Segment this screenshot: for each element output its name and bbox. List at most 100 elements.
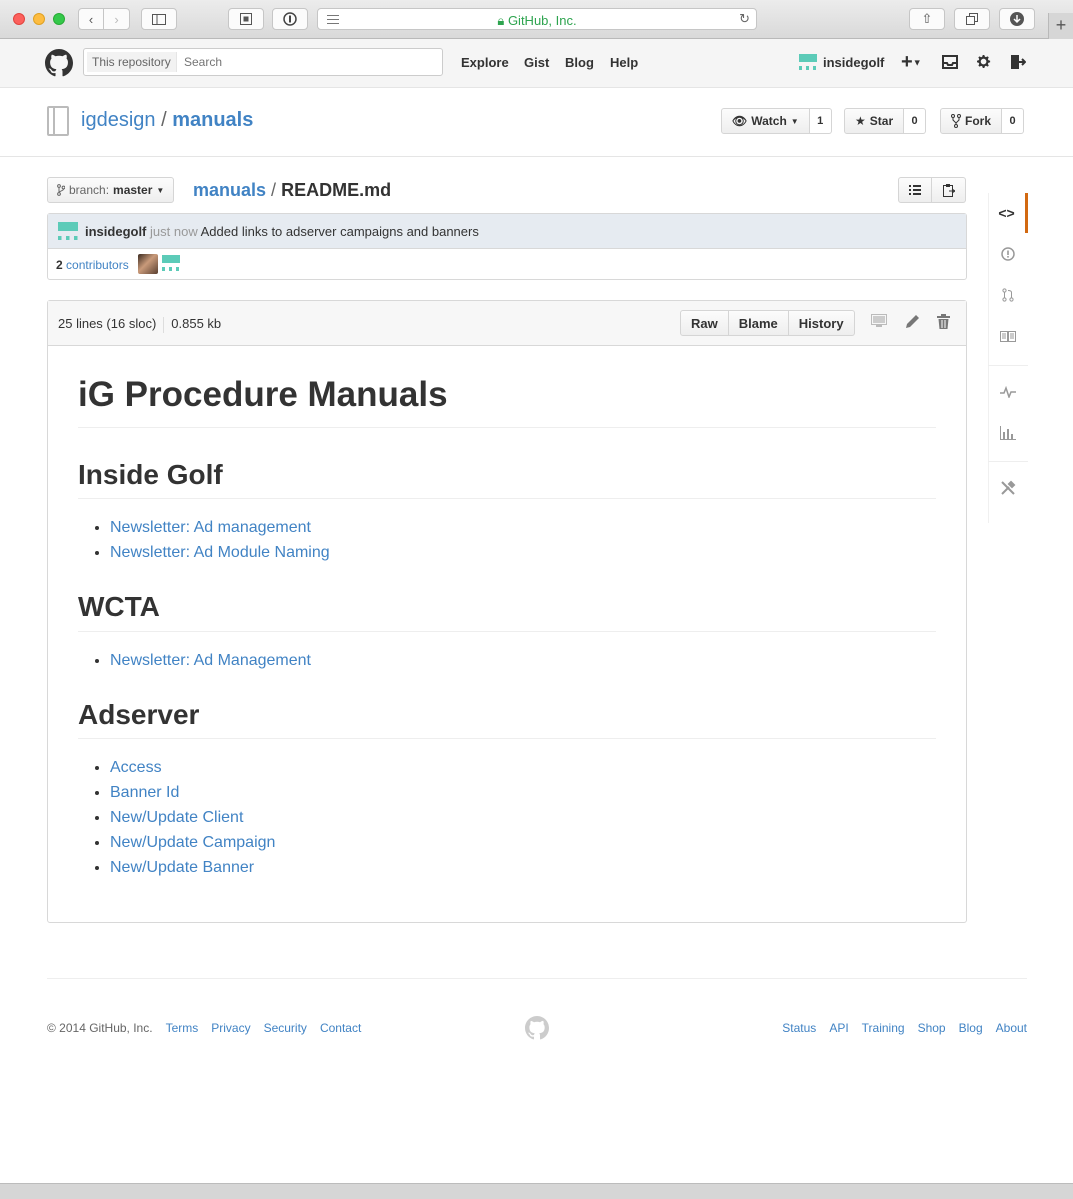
desktop-icon[interactable]	[871, 314, 887, 328]
nav-gist[interactable]: Gist	[524, 55, 549, 70]
footer-link-privacy[interactable]: Privacy	[211, 1021, 250, 1035]
chevron-right-icon: ›	[114, 11, 119, 27]
branch-select-button[interactable]: branch: master ▼	[47, 177, 175, 203]
pull-request-icon	[1002, 288, 1014, 302]
footer-link-status[interactable]: Status	[782, 1021, 816, 1035]
contributor-avatar[interactable]	[162, 255, 180, 273]
create-new-button[interactable]: +▼	[901, 51, 922, 74]
readme-link[interactable]: New/Update Campaign	[110, 834, 275, 851]
avatar[interactable]	[58, 222, 78, 242]
sign-out-icon[interactable]	[1010, 54, 1026, 70]
github-mark-icon[interactable]	[525, 1016, 549, 1040]
site-header: This repository Explore Gist Blog Help i…	[0, 39, 1073, 88]
file-header: 25 lines (16 sloc) 0.855 kb Raw Blame His…	[48, 301, 966, 346]
contributors-label: contributors	[66, 258, 129, 272]
forward-button[interactable]: ›	[104, 8, 130, 30]
readme-link[interactable]: Access	[110, 759, 162, 776]
reload-icon[interactable]: ↻	[739, 11, 750, 27]
footer-link-blog[interactable]: Blog	[959, 1021, 983, 1035]
readme-list: Access Banner Id New/Update Client New/U…	[78, 755, 936, 880]
tabs-overview-button[interactable]	[954, 8, 990, 30]
file-list-button[interactable]	[898, 177, 932, 203]
watch-count[interactable]: 1	[809, 108, 832, 134]
new-tab-button[interactable]: +	[1048, 13, 1073, 39]
trash-icon[interactable]	[937, 314, 950, 329]
downloads-button[interactable]	[999, 8, 1035, 30]
fork-button[interactable]: Fork	[940, 108, 1003, 134]
readme-link[interactable]: New/Update Banner	[110, 859, 254, 876]
username-link[interactable]: insidegolf	[823, 55, 884, 70]
tabs-icon	[966, 13, 978, 25]
raw-button[interactable]: Raw	[680, 310, 729, 336]
repo-name-link[interactable]: manuals	[172, 109, 253, 131]
footer-link-contact[interactable]: Contact	[320, 1021, 361, 1035]
branch-prefix: branch:	[69, 183, 110, 197]
contributor-avatar[interactable]	[138, 254, 158, 274]
sidebar-item-code[interactable]: <>	[988, 193, 1028, 233]
close-window-button[interactable]	[13, 13, 25, 25]
star-button[interactable]: ★ Star	[844, 108, 905, 134]
sidebar-item-settings[interactable]	[988, 468, 1028, 508]
minimize-window-button[interactable]	[33, 13, 45, 25]
avatar[interactable]	[799, 54, 817, 72]
footer-link-shop[interactable]: Shop	[918, 1021, 946, 1035]
blame-button[interactable]: Blame	[728, 310, 789, 336]
share-icon: ⇧	[921, 11, 933, 26]
history-button[interactable]: History	[788, 310, 855, 336]
readme-link[interactable]: Newsletter: Ad management	[110, 519, 311, 536]
nav-explore[interactable]: Explore	[461, 55, 509, 70]
footer-link-training[interactable]: Training	[862, 1021, 905, 1035]
file-nav-buttons	[898, 177, 966, 203]
readme-link[interactable]: Newsletter: Ad Module Naming	[110, 544, 330, 561]
share-button[interactable]: ⇧	[909, 8, 945, 30]
repo-owner-link[interactable]: igdesign	[81, 109, 156, 131]
sidebar-item-wiki[interactable]	[988, 316, 1028, 356]
top-sites-button[interactable]	[228, 8, 264, 30]
github-logo-icon[interactable]	[45, 49, 73, 77]
graph-icon	[1000, 426, 1016, 440]
password-extension-button[interactable]	[272, 8, 308, 30]
readme-link[interactable]: Banner Id	[110, 784, 179, 801]
fork-count[interactable]: 0	[1002, 108, 1025, 134]
clipboard-icon	[942, 183, 955, 197]
zoom-window-button[interactable]	[53, 13, 65, 25]
search-input[interactable]	[184, 49, 424, 75]
breadcrumb-repo-link[interactable]: manuals	[193, 180, 266, 200]
watch-button[interactable]: 👁︎ Watch ▼	[721, 108, 810, 134]
readme-heading: Inside Golf	[78, 458, 936, 500]
commit-author[interactable]: insidegolf	[85, 224, 146, 239]
file-line-count: 25 lines (16 sloc)	[58, 316, 157, 331]
list-icon	[909, 185, 921, 195]
fork-icon	[951, 114, 961, 128]
inbox-icon[interactable]	[942, 55, 958, 69]
footer-link-about[interactable]: About	[996, 1021, 1027, 1035]
sidebar-item-pulse[interactable]	[988, 372, 1028, 412]
sidebar-item-graphs[interactable]	[988, 413, 1028, 453]
contributors-link[interactable]: 2 contributors	[56, 258, 129, 272]
file-actions: Raw Blame History	[680, 310, 855, 336]
commit-time: just now	[150, 224, 198, 239]
list-item: New/Update Client	[110, 805, 936, 830]
readme-heading: WCTA	[78, 590, 936, 632]
footer-link-terms[interactable]: Terms	[166, 1021, 199, 1035]
back-button[interactable]: ‹	[78, 8, 104, 30]
commit-message[interactable]: Added links to adserver campaigns and ba…	[201, 224, 479, 239]
fork-label: Fork	[965, 114, 992, 128]
nav-help[interactable]: Help	[610, 55, 638, 70]
copy-path-button[interactable]	[932, 177, 966, 203]
sidebar-item-pull-requests[interactable]	[988, 275, 1028, 315]
pencil-icon[interactable]	[905, 314, 920, 329]
readme-link[interactable]: New/Update Client	[110, 809, 243, 826]
gear-icon[interactable]	[977, 54, 992, 69]
star-count[interactable]: 0	[904, 108, 927, 134]
star-label: Star	[869, 114, 894, 128]
footer-link-api[interactable]: API	[829, 1021, 848, 1035]
sidebar-item-issues[interactable]	[988, 234, 1028, 274]
address-bar[interactable]: 🔒︎ GitHub, Inc. ↻	[317, 8, 757, 30]
issue-icon	[1001, 247, 1015, 261]
nav-blog[interactable]: Blog	[565, 55, 594, 70]
sidebar-toggle-button[interactable]	[141, 8, 177, 30]
caret-down-icon: ▼	[912, 57, 922, 68]
footer-link-security[interactable]: Security	[264, 1021, 307, 1035]
readme-link[interactable]: Newsletter: Ad Management	[110, 652, 311, 669]
